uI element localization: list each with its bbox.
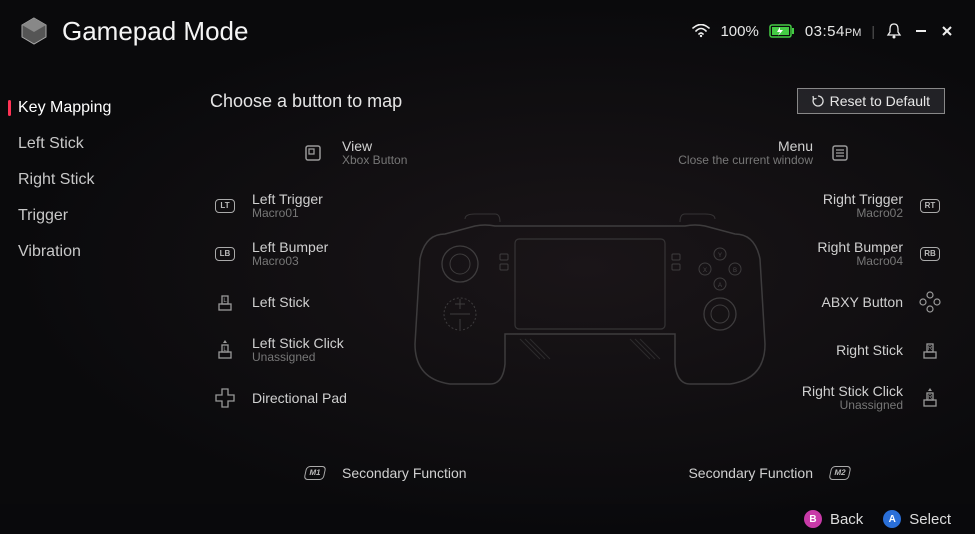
row-sub: Xbox Button	[342, 154, 407, 168]
m2-badge-icon: M2	[825, 458, 855, 488]
minimize-button[interactable]	[913, 23, 929, 39]
controller-diagram: Y X B A	[405, 204, 775, 404]
map-right-trigger[interactable]: RT Right TriggerMacro02	[823, 182, 945, 230]
footer-select-button[interactable]: A Select	[883, 510, 951, 528]
row-label: Directional Pad	[252, 390, 347, 406]
right-stick-click-icon: R	[915, 383, 945, 413]
row-sub: Unassigned	[802, 399, 903, 413]
wifi-icon	[692, 24, 710, 38]
header-bar: Gamepad Mode 100% 03:54PM |	[0, 0, 975, 60]
status-tray: 100% 03:54PM |	[692, 22, 955, 40]
map-right-stick[interactable]: R Right Stick	[836, 326, 945, 374]
row-label: Right Stick Click	[802, 383, 903, 399]
sidebar-item-label: Right Stick	[18, 171, 94, 188]
m1-badge-icon: M1	[300, 458, 330, 488]
sidebar-item-right-stick[interactable]: Right Stick	[0, 162, 175, 198]
row-label: ABXY Button	[822, 294, 903, 310]
map-abxy-button[interactable]: ABXY Button	[822, 278, 945, 326]
svg-text:L: L	[223, 298, 227, 304]
row-label: Menu	[678, 138, 813, 154]
sidebar: Key Mapping Left Stick Right Stick Trigg…	[0, 60, 175, 504]
page-title: Gamepad Mode	[62, 16, 692, 47]
map-secondary-m2[interactable]: M2 Secondary Function	[688, 449, 855, 497]
view-icon	[300, 138, 330, 168]
row-sub: Unassigned	[252, 351, 344, 365]
b-button-icon: B	[804, 510, 822, 528]
map-secondary-m1[interactable]: M1 Secondary Function	[300, 449, 467, 497]
reset-icon	[812, 95, 824, 107]
map-right-bumper[interactable]: RB Right BumperMacro04	[817, 230, 945, 278]
reset-to-default-button[interactable]: Reset to Default	[797, 88, 945, 114]
svg-text:R: R	[928, 346, 933, 352]
row-sub: Macro04	[817, 255, 903, 269]
svg-text:B: B	[733, 268, 737, 274]
map-menu-button[interactable]: MenuClose the current window	[678, 129, 855, 177]
rt-badge-icon: RT	[915, 191, 945, 221]
row-label: Right Stick	[836, 342, 903, 358]
rb-badge-icon: RB	[915, 239, 945, 269]
map-directional-pad[interactable]: Directional Pad	[210, 374, 347, 422]
divider: |	[871, 23, 875, 39]
map-right-stick-click[interactable]: R Right Stick ClickUnassigned	[802, 374, 945, 422]
row-label: Secondary Function	[688, 465, 813, 481]
sidebar-item-key-mapping[interactable]: Key Mapping	[0, 90, 175, 126]
footer-bar: B Back A Select	[0, 504, 975, 534]
clock: 03:54PM	[805, 23, 862, 40]
row-label: Left Stick Click	[252, 335, 344, 351]
map-left-trigger[interactable]: LT Left TriggerMacro01	[210, 182, 323, 230]
map-left-bumper[interactable]: LB Left BumperMacro03	[210, 230, 328, 278]
row-label: Right Bumper	[817, 239, 903, 255]
main-title: Choose a button to map	[210, 91, 402, 112]
svg-text:A: A	[718, 283, 722, 289]
row-sub: Macro03	[252, 255, 328, 269]
row-label: Left Stick	[252, 294, 310, 310]
lt-badge-icon: LT	[210, 191, 240, 221]
footer-label: Back	[830, 511, 863, 528]
row-label: Right Trigger	[823, 191, 903, 207]
row-label: Left Trigger	[252, 191, 323, 207]
left-stick-icon: L	[210, 287, 240, 317]
svg-text:X: X	[703, 268, 707, 274]
abxy-icon	[915, 287, 945, 317]
row-label: Secondary Function	[342, 465, 467, 481]
sidebar-item-vibration[interactable]: Vibration	[0, 234, 175, 270]
left-stick-click-icon: L	[210, 335, 240, 365]
row-sub: Macro01	[252, 207, 323, 221]
footer-back-button[interactable]: B Back	[804, 510, 863, 528]
sidebar-item-label: Left Stick	[18, 135, 84, 152]
sidebar-item-label: Key Mapping	[18, 99, 111, 116]
close-button[interactable]	[939, 23, 955, 39]
lb-badge-icon: LB	[210, 239, 240, 269]
footer-label: Select	[909, 511, 951, 528]
a-button-icon: A	[883, 510, 901, 528]
sidebar-item-label: Trigger	[18, 207, 68, 224]
battery-percent: 100%	[720, 23, 758, 40]
main-panel: Choose a button to map Reset to Default …	[175, 60, 975, 504]
map-view-button[interactable]: ViewXbox Button	[300, 129, 407, 177]
map-left-stick[interactable]: L Left Stick	[210, 278, 310, 326]
row-sub: Macro02	[823, 207, 903, 221]
row-sub: Close the current window	[678, 154, 813, 168]
dpad-icon	[210, 383, 240, 413]
notification-icon[interactable]	[885, 22, 903, 40]
reset-label: Reset to Default	[830, 93, 930, 109]
sidebar-item-left-stick[interactable]: Left Stick	[0, 126, 175, 162]
menu-icon	[825, 138, 855, 168]
row-label: Left Bumper	[252, 239, 328, 255]
sidebar-item-label: Vibration	[18, 243, 81, 260]
battery-icon	[769, 24, 795, 38]
sidebar-item-trigger[interactable]: Trigger	[0, 198, 175, 234]
svg-text:Y: Y	[718, 253, 722, 259]
map-left-stick-click[interactable]: L Left Stick ClickUnassigned	[210, 326, 344, 374]
row-label: View	[342, 138, 407, 154]
svg-text:R: R	[928, 395, 933, 401]
right-stick-icon: R	[915, 335, 945, 365]
app-logo-icon	[18, 15, 50, 47]
